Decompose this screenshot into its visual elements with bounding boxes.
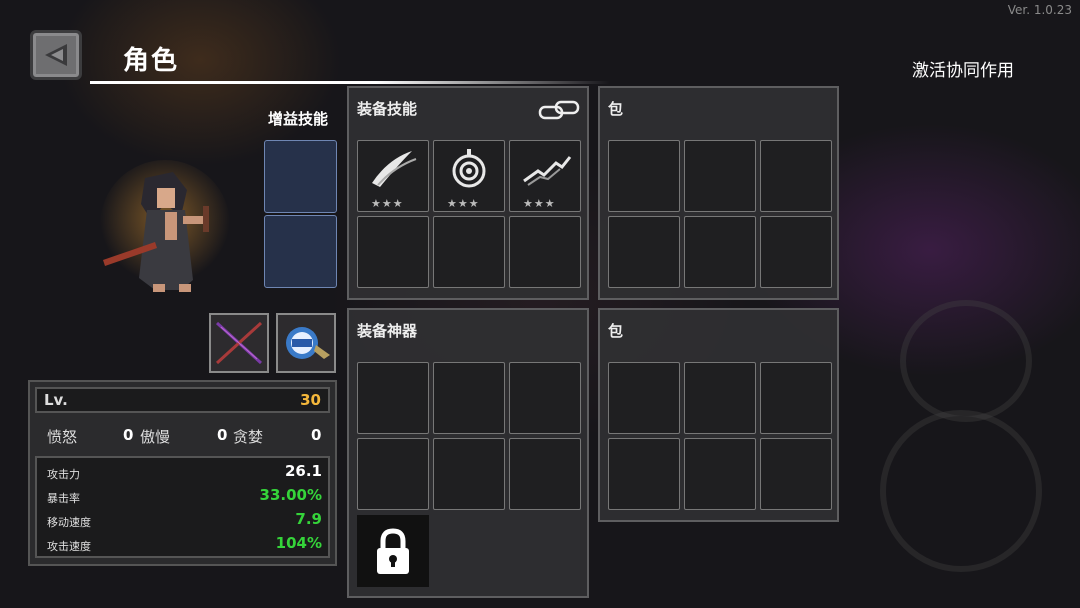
activate-synergy-button[interactable]: 激活协同作用 — [912, 56, 1014, 81]
attributes-box: 攻击力 26.1 暴击率 33.00% 移动速度 7.9 攻击速度 104% — [35, 456, 330, 558]
equipped-artifacts-title: 装备神器 — [357, 322, 418, 340]
artifact-bag-panel: 包 — [598, 308, 839, 522]
bag-slot[interactable] — [760, 362, 832, 434]
artifact-bag-title: 包 — [608, 322, 624, 340]
stats-panel: Lv. 30 愤怒 0 傲慢 0 贪婪 0 攻击力 26.1 暴击率 33.00… — [28, 380, 337, 566]
attribute-label: 暴击率 — [47, 492, 80, 505]
attribute-label: 攻击力 — [47, 468, 80, 481]
crossed-swords-icon — [215, 321, 263, 365]
back-button[interactable] — [30, 30, 82, 80]
artifact-slot[interactable] — [433, 362, 505, 434]
bg-decoration — [900, 300, 1032, 422]
skill-slot-2[interactable]: ★★★ — [433, 140, 505, 212]
artifact-slot[interactable] — [433, 438, 505, 510]
back-arrow-icon — [45, 44, 67, 66]
greed-value: 0 — [311, 426, 322, 444]
lock-icon — [377, 528, 409, 574]
locked-artifact-slot[interactable] — [357, 515, 429, 587]
attribute-value: 7.9 — [295, 510, 322, 528]
title-underline — [90, 81, 610, 84]
attribute-row: 移动速度 7.9 — [37, 510, 328, 534]
skill-stars: ★★★ — [447, 197, 480, 210]
wrath-value: 0 — [123, 426, 134, 444]
weapon-slot-swords[interactable] — [209, 313, 269, 373]
artifact-slot[interactable] — [509, 438, 581, 510]
hero-character-sprite — [95, 160, 235, 300]
bag-slot[interactable] — [684, 362, 756, 434]
skill-stars: ★★★ — [523, 197, 556, 210]
bag-slot[interactable] — [608, 438, 680, 510]
bag-slot[interactable] — [760, 140, 832, 212]
level-label: Lv. — [44, 391, 68, 409]
bag-slot[interactable] — [760, 438, 832, 510]
bag-slot[interactable] — [608, 362, 680, 434]
bag-slot[interactable] — [760, 216, 832, 288]
wrath-label: 愤怒 — [47, 428, 78, 446]
slash-skill-icon — [372, 151, 417, 187]
level-row: Lv. 30 — [35, 387, 330, 413]
bag-slot[interactable] — [608, 216, 680, 288]
skill-slot-5[interactable] — [433, 216, 505, 288]
artifact-slot[interactable] — [509, 362, 581, 434]
skill-stars: ★★★ — [371, 197, 404, 210]
attribute-row: 攻击力 26.1 — [37, 462, 328, 486]
skill-bag-panel: 包 — [598, 86, 839, 300]
buff-skill-slot-2[interactable] — [264, 215, 337, 288]
attribute-value: 33.00% — [259, 486, 322, 504]
weapon-slot-accessory[interactable] — [276, 313, 336, 373]
skill-slot-1[interactable]: ★★★ — [357, 140, 429, 212]
page-title: 角色 — [123, 46, 180, 76]
skill-slot-3[interactable]: ★★★ — [509, 140, 581, 212]
bg-decoration — [880, 410, 1042, 572]
equipped-artifacts-panel: 装备神器 — [347, 308, 589, 598]
equipped-skills-panel: 装备技能 ★★★ ★★★ ★★★ — [347, 86, 589, 300]
pride-value: 0 — [217, 426, 228, 444]
attribute-row: 暴击率 33.00% — [37, 486, 328, 510]
equipped-skills-title: 装备技能 — [357, 100, 418, 118]
buff-skills-label: 增益技能 — [268, 110, 329, 128]
bag-slot[interactable] — [684, 140, 756, 212]
version-label: Ver. 1.0.23 — [1007, 3, 1072, 17]
skill-slot-6[interactable] — [509, 216, 581, 288]
link-icon[interactable] — [537, 98, 581, 122]
greed-label: 贪婪 — [233, 428, 264, 446]
pride-label: 傲慢 — [140, 428, 171, 446]
attribute-label: 攻击速度 — [47, 540, 91, 553]
buff-skill-slot-1[interactable] — [264, 140, 337, 213]
lightning-skill-icon — [523, 156, 572, 186]
artifact-slot[interactable] — [357, 362, 429, 434]
level-value: 30 — [300, 391, 321, 409]
skill-slot-4[interactable] — [357, 216, 429, 288]
attribute-label: 移动速度 — [47, 516, 91, 529]
skill-bag-title: 包 — [608, 100, 624, 118]
attribute-value: 26.1 — [284, 462, 322, 480]
bag-slot[interactable] — [608, 140, 680, 212]
bag-slot[interactable] — [684, 216, 756, 288]
target-skill-icon — [452, 149, 486, 188]
attribute-row: 攻击速度 104% — [37, 534, 328, 558]
attribute-value: 104% — [275, 534, 322, 552]
orb-accessory-icon — [286, 327, 330, 359]
bag-slot[interactable] — [684, 438, 756, 510]
artifact-slot[interactable] — [357, 438, 429, 510]
